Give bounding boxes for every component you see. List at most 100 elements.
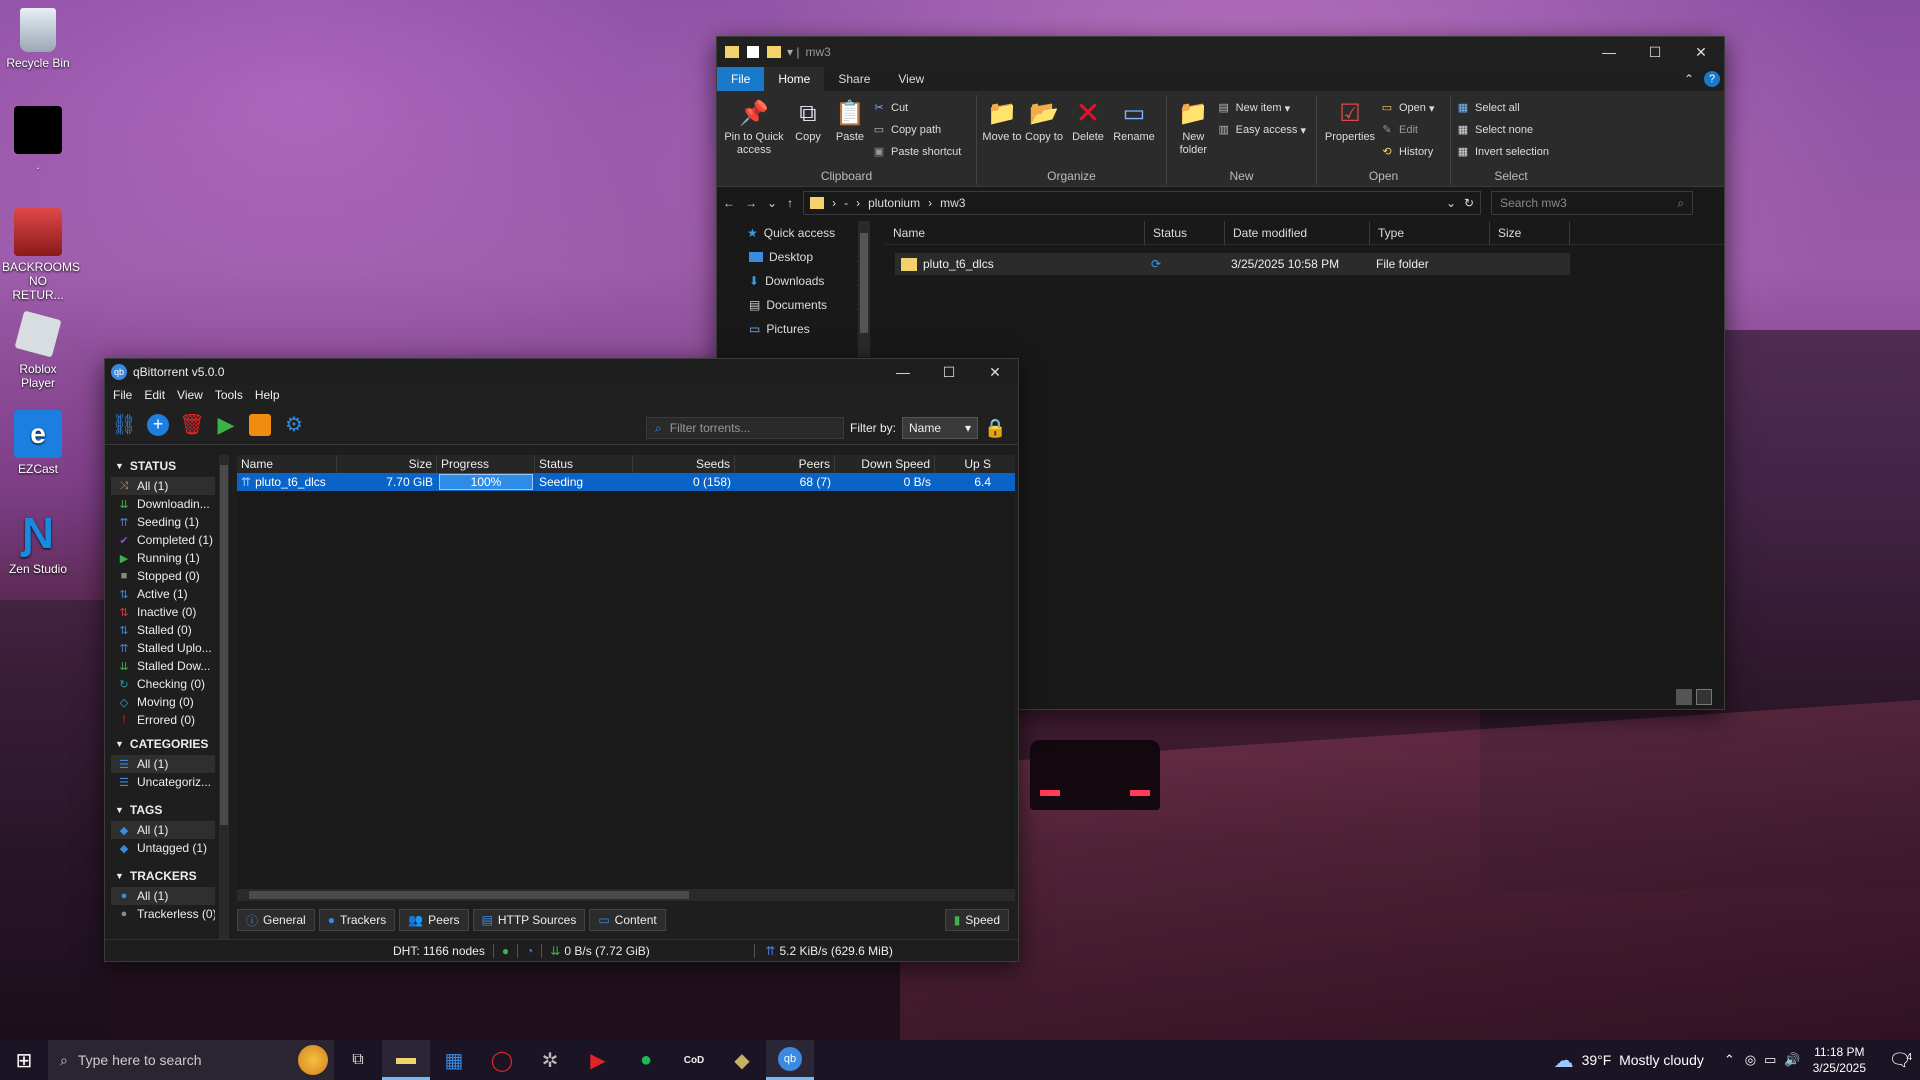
status-filter-item[interactable]: ⇈ Seeding (1): [111, 513, 215, 531]
tag-all[interactable]: ◆ All (1): [111, 821, 215, 839]
col-down-speed[interactable]: Down Speed: [835, 455, 935, 473]
history-button[interactable]: ⟲ History: [1379, 141, 1441, 163]
minimize-button[interactable]: —: [1586, 37, 1632, 67]
select-none-button[interactable]: ▦ Select none: [1455, 119, 1555, 141]
filter-torrents-input[interactable]: ⌕ Filter torrents...: [646, 417, 844, 439]
col-name[interactable]: Name: [237, 455, 337, 473]
weather-text[interactable]: 39°F Mostly cloudy: [1582, 1052, 1704, 1068]
tab-general[interactable]: ⓘ General: [237, 909, 315, 931]
desktop-icon-roblox[interactable]: Roblox Player: [2, 310, 74, 390]
forward-arrow-icon[interactable]: →: [745, 196, 757, 210]
clock[interactable]: 11:18 PM 3/25/2025: [1813, 1044, 1866, 1076]
nav-scrollbar[interactable]: [858, 221, 870, 357]
desktop-icon-ezcast[interactable]: e EZCast: [2, 410, 74, 476]
nav-quick-access[interactable]: ★ Quick access: [717, 221, 873, 245]
trackers-section-header[interactable]: ▼ TRACKERS: [111, 865, 215, 887]
edit-button[interactable]: ✎ Edit: [1379, 119, 1441, 141]
tags-section-header[interactable]: ▼ TAGS: [111, 799, 215, 821]
up-arrow-icon[interactable]: ↑: [787, 196, 793, 210]
tab-content[interactable]: ▭ Content: [589, 909, 666, 931]
add-torrent-file-icon[interactable]: +: [147, 413, 169, 436]
invert-selection-button[interactable]: ▦ Invert selection: [1455, 141, 1555, 163]
tab-file[interactable]: File: [717, 67, 765, 91]
menu-edit[interactable]: Edit: [144, 388, 165, 402]
col-progress[interactable]: Progress: [437, 455, 535, 473]
status-filter-item[interactable]: ◇ Moving (0): [111, 693, 215, 711]
col-peers[interactable]: Peers: [735, 455, 835, 473]
tracker-trackerless[interactable]: ● Trackerless (0): [111, 905, 215, 923]
nav-documents[interactable]: ▤Documents📌: [717, 293, 873, 317]
notification-center-button[interactable]: 🗨 4: [1880, 1050, 1920, 1071]
back-arrow-icon[interactable]: ←: [723, 196, 735, 210]
collapse-ribbon-icon[interactable]: ⌃: [1684, 72, 1694, 86]
category-uncategorized[interactable]: ☰ Uncategoriz...: [111, 773, 215, 791]
microsoft-store-icon[interactable]: ▦: [430, 1040, 478, 1080]
col-seeds[interactable]: Seeds: [633, 455, 735, 473]
file-row[interactable]: pluto_t6_dlcs ⟳ 3/25/2025 10:58 PM File …: [895, 253, 1570, 275]
select-all-button[interactable]: ▦ Select all: [1455, 97, 1555, 119]
sidebar-scrollbar[interactable]: [219, 455, 229, 941]
breadcrumb-mw3[interactable]: mw3: [940, 196, 965, 210]
col-status[interactable]: Status: [1145, 220, 1225, 245]
tag-untagged[interactable]: ◆ Untagged (1): [111, 839, 215, 857]
lock-icon[interactable]: 🔒: [984, 418, 1006, 439]
maximize-button[interactable]: ☐: [1632, 37, 1678, 67]
status-filter-item[interactable]: ⇅ Active (1): [111, 585, 215, 603]
col-date-modified[interactable]: Date modified: [1225, 220, 1370, 245]
tab-trackers[interactable]: ● Trackers: [318, 909, 396, 931]
status-filter-item[interactable]: ▶ Running (1): [111, 549, 215, 567]
address-bar[interactable]: › - › plutonium › mw3 ⌄ ↻: [803, 191, 1482, 215]
customize-quick-access-icon[interactable]: ▾ |: [787, 45, 799, 59]
start-button[interactable]: ⊞: [0, 1040, 48, 1080]
tracker-all[interactable]: ● All (1): [111, 887, 215, 905]
col-name[interactable]: Name: [885, 220, 1145, 245]
camera-icon[interactable]: ◎: [1745, 1052, 1756, 1068]
steam-icon[interactable]: ✲: [526, 1040, 574, 1080]
youtube-icon[interactable]: ▶: [574, 1040, 622, 1080]
delete-torrent-icon[interactable]: 🗑: [179, 414, 204, 436]
add-torrent-link-icon[interactable]: ⛓: [111, 414, 136, 436]
new-item-button[interactable]: ▤ New item ▾: [1216, 97, 1312, 119]
details-view-icon[interactable]: [1676, 689, 1692, 705]
easy-access-button[interactable]: ▥ Easy access ▾: [1216, 119, 1312, 141]
col-type[interactable]: Type: [1370, 220, 1490, 245]
tab-home[interactable]: Home: [764, 67, 825, 91]
weather-icon[interactable]: ☁: [1554, 1048, 1574, 1073]
menu-file[interactable]: File: [113, 388, 132, 402]
start-icon[interactable]: ▶: [215, 412, 237, 437]
refresh-icon[interactable]: ↻: [1464, 196, 1474, 210]
status-filter-item[interactable]: ⇈ Stalled Uplo...: [111, 639, 215, 657]
desktop-icon-recycle-bin[interactable]: Recycle Bin: [2, 8, 74, 70]
desktop-icon-black[interactable]: .: [2, 106, 74, 172]
cut-button[interactable]: ✂ Cut: [871, 97, 967, 119]
network-icon[interactable]: ▭: [1764, 1052, 1776, 1068]
menu-view[interactable]: View: [177, 388, 203, 402]
menu-tools[interactable]: Tools: [215, 388, 243, 402]
close-button[interactable]: ✕: [972, 359, 1018, 385]
file-explorer-taskbar-icon[interactable]: ▬: [382, 1040, 430, 1080]
tab-view[interactable]: View: [884, 67, 938, 91]
filter-by-select[interactable]: Name ▾: [902, 417, 979, 439]
col-status[interactable]: Status: [535, 455, 633, 473]
status-filter-item[interactable]: ⇊ Downloadin...: [111, 495, 215, 513]
spotify-icon[interactable]: ●: [622, 1040, 670, 1080]
col-size[interactable]: Size: [1490, 220, 1570, 245]
open-button[interactable]: ▭ Open ▾: [1379, 97, 1441, 119]
horizontal-scrollbar[interactable]: [237, 889, 1015, 901]
connection-status-icon[interactable]: ●: [502, 944, 509, 958]
opera-gx-icon[interactable]: ◯: [478, 1040, 526, 1080]
desktop-icon-backrooms[interactable]: BACKROOMS NO RETUR...: [2, 208, 80, 302]
status-filter-item[interactable]: ⤨ All (1): [111, 477, 215, 495]
speed-limits-icon[interactable]: ◔: [526, 944, 533, 958]
desktop-icon-zen-studio[interactable]: Ɲ Zen Studio: [2, 510, 74, 577]
qbittorrent-taskbar-icon[interactable]: qb: [766, 1040, 814, 1080]
properties-quick-icon[interactable]: [747, 46, 759, 58]
nav-desktop[interactable]: Desktop📌: [717, 245, 873, 269]
search-input[interactable]: Search mw3 ⌕: [1491, 191, 1694, 215]
tab-share[interactable]: Share: [824, 67, 884, 91]
tab-peers[interactable]: 👥 Peers: [399, 909, 469, 931]
torrent-row[interactable]: ⇈ pluto_t6_dlcs 7.70 GiB 100% Seeding 0 (…: [237, 473, 1015, 491]
close-button[interactable]: ✕: [1678, 37, 1724, 67]
breadcrumb-plutonium[interactable]: plutonium: [868, 196, 920, 210]
address-dropdown-icon[interactable]: ⌄: [1446, 196, 1456, 210]
